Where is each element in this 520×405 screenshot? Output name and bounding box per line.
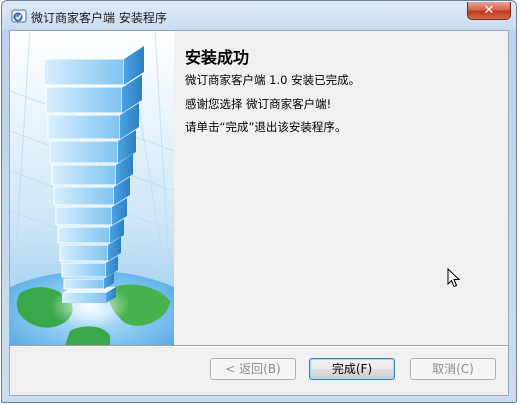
mouse-pointer-icon — [447, 268, 461, 288]
cancel-button[interactable]: 取消(C) — [410, 358, 496, 380]
wizard-banner-image — [10, 31, 174, 345]
thanks-message: 感谢您选择 微订商家客户端! — [185, 97, 332, 111]
installer-window: 微订商家客户端 安装程序 ✕ 安装成功 微订商家客户端 1.0 安装已完成。 感… — [1, 0, 517, 403]
wizard-client-area: 安装成功 微订商家客户端 1.0 安装已完成。 感谢您选择 微订商家客户端! 请… — [9, 30, 509, 396]
close-button[interactable]: ✕ — [467, 2, 511, 20]
wizard-content-panel: 安装成功 微订商家客户端 1.0 安装已完成。 感谢您选择 微订商家客户端! 请… — [174, 31, 508, 345]
back-button[interactable]: < 返回(B) — [210, 358, 296, 380]
completion-message: 微订商家客户端 1.0 安装已完成。 — [185, 73, 361, 87]
close-icon: ✕ — [483, 3, 495, 18]
finish-button[interactable]: 完成(F) — [309, 358, 395, 380]
window-title: 微订商家客户端 安装程序 — [31, 11, 167, 25]
instruction-message: 请单击“完成”退出该安装程序。 — [185, 120, 347, 134]
title-bar[interactable]: 微订商家客户端 安装程序 ✕ — [2, 1, 516, 30]
page-heading: 安装成功 — [185, 48, 250, 67]
installer-app-icon — [11, 9, 27, 23]
footer-divider — [10, 345, 508, 347]
